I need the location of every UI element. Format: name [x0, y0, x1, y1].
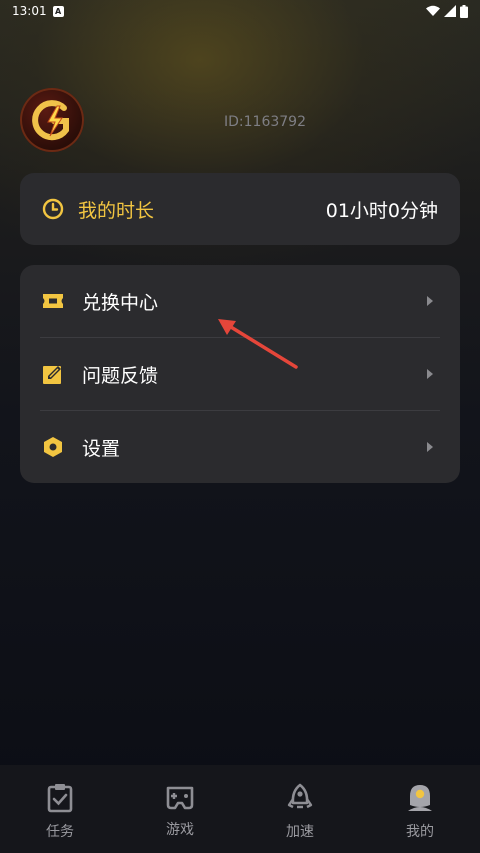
user-icon	[408, 785, 432, 811]
nav-item-games[interactable]: 游戏	[120, 765, 240, 853]
nav-label: 游戏	[166, 822, 194, 838]
feedback-icon	[40, 361, 66, 387]
nav-label: 加速	[286, 824, 314, 840]
signal-icon	[444, 5, 456, 17]
duration-value: 01小时0分钟	[325, 199, 438, 222]
nav-item-mine[interactable]: 我的	[360, 765, 480, 853]
menu-item-label: 问题反馈	[82, 364, 159, 387]
duration-card: 我的时长 01小时0分钟	[20, 173, 460, 245]
nav-item-tasks[interactable]: 任务	[0, 765, 120, 853]
battery-icon	[460, 4, 468, 18]
status-bar: 13:01 A	[0, 0, 480, 22]
clipboard-check-icon	[47, 784, 73, 813]
gamepad-icon	[166, 786, 194, 810]
menu-item-label: 兑换中心	[82, 291, 159, 314]
wifi-icon	[426, 5, 440, 16]
nav-label: 我的	[406, 824, 434, 840]
rocket-icon	[287, 783, 313, 809]
nav-label: 任务	[46, 824, 74, 840]
menu-item-label: 设置	[82, 437, 121, 460]
bottom-nav: 任务 游戏 加速 我的	[0, 765, 480, 853]
menu-card: 兑换中心 问题反馈 设置	[20, 265, 460, 483]
ticket-icon	[40, 288, 66, 314]
menu-item-feedback[interactable]: 问题反馈	[40, 338, 440, 410]
user-id: ID:1163792	[224, 114, 306, 130]
chevron-right-icon	[427, 296, 433, 306]
chevron-right-icon	[427, 369, 433, 379]
clock-icon	[42, 198, 64, 220]
nav-item-boost[interactable]: 加速	[240, 765, 360, 853]
duration-label: 我的时长	[78, 199, 155, 222]
menu-item-redeem-center[interactable]: 兑换中心	[40, 265, 440, 337]
settings-hex-icon	[40, 434, 66, 460]
menu-item-settings[interactable]: 设置	[40, 411, 440, 483]
notification-a-icon: A	[52, 5, 64, 17]
chevron-right-icon	[427, 442, 433, 452]
profile-header: ID:1163792	[0, 88, 480, 158]
status-time: 13:01	[12, 4, 47, 18]
